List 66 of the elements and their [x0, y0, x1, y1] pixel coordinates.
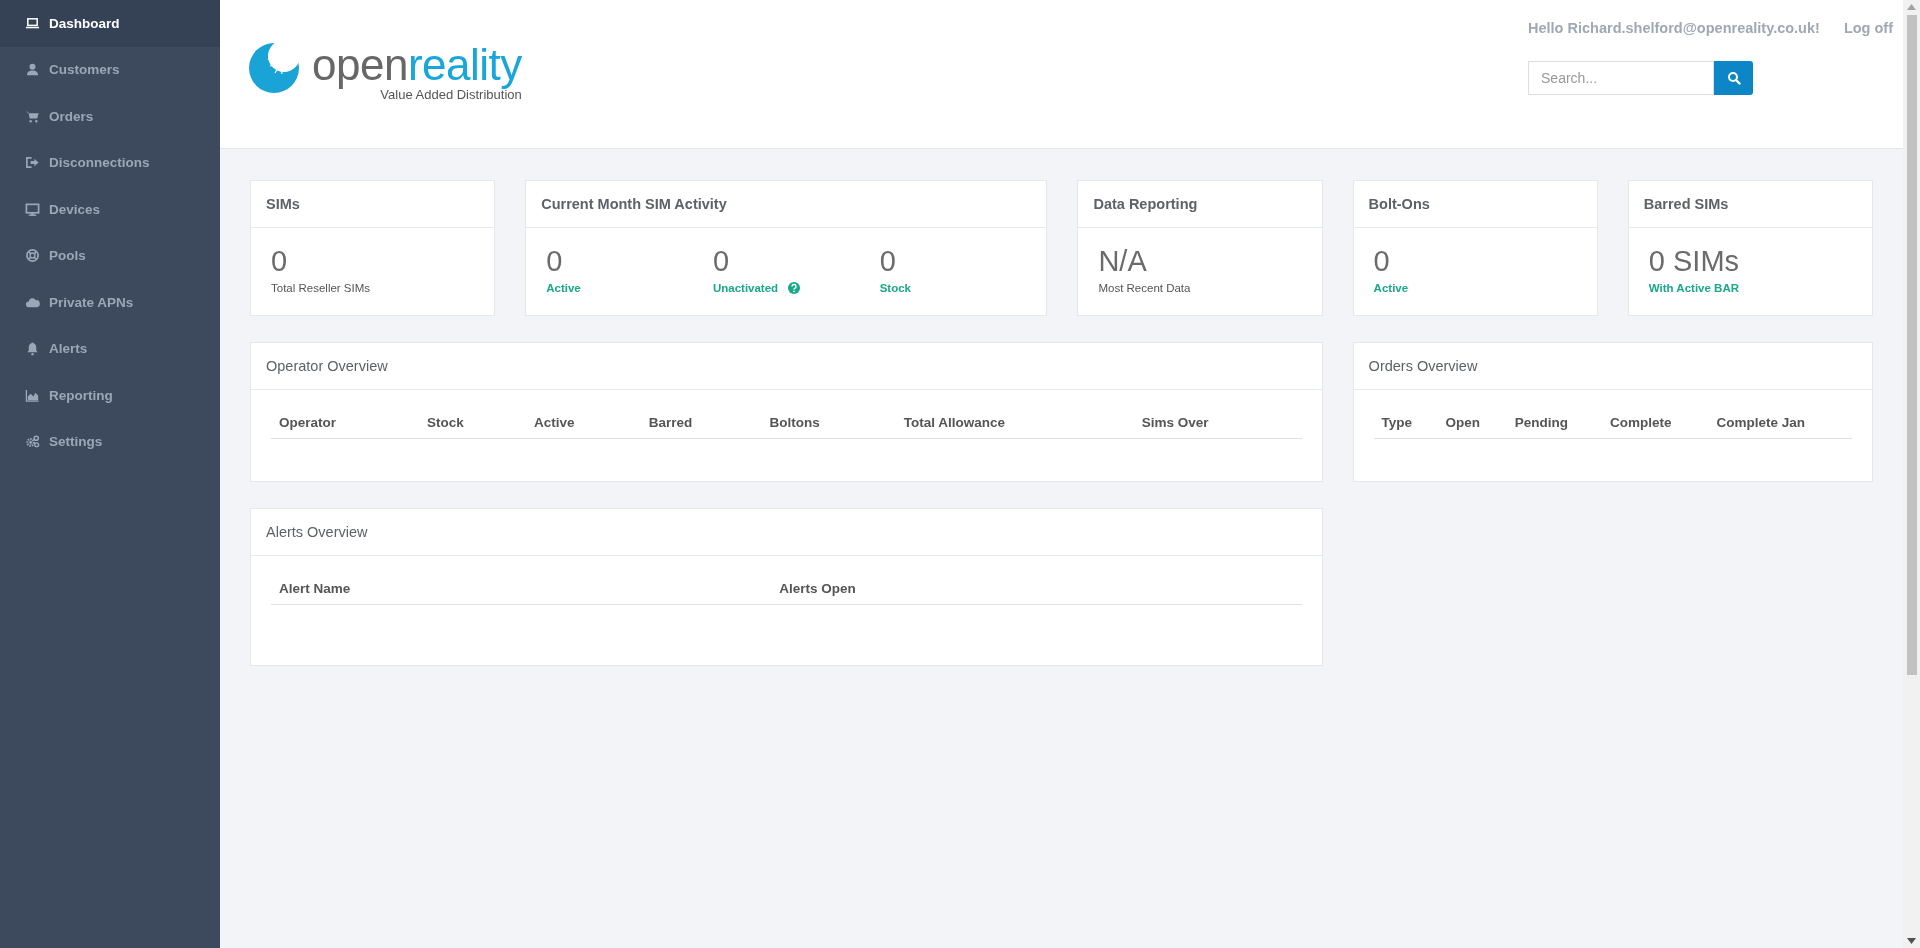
sidebar-item[interactable]: Reporting — [0, 372, 220, 419]
stat-label: Unactivated — [712, 282, 779, 294]
stat-value: 0 — [879, 246, 896, 276]
column-header: Stock — [419, 407, 527, 439]
stat-label: Active — [546, 282, 581, 294]
card-title: Operator Overview — [266, 358, 388, 374]
search-button[interactable] — [1714, 61, 1754, 95]
stat-label: Active — [1373, 282, 1409, 294]
sidebar-item[interactable]: Settings — [0, 418, 220, 465]
sidebar-item[interactable]: Dashboard — [0, 0, 220, 47]
logo-icon — [248, 42, 300, 94]
column-header: Active — [526, 407, 641, 439]
stat-label: Most Recent Data — [1098, 282, 1191, 294]
column-header: Boltons — [761, 407, 896, 439]
card-title: Alerts Overview — [266, 524, 368, 540]
logo-wordmark: openreality — [312, 40, 522, 90]
card-title: SIMs — [266, 196, 300, 212]
sidebar-item[interactable]: Orders — [0, 93, 220, 140]
stat-value: 0 — [271, 246, 288, 276]
log-off-link[interactable]: Log off — [1843, 20, 1893, 36]
user-icon — [25, 62, 40, 78]
column-header: Alert Name — [271, 573, 772, 605]
area-chart-icon — [25, 387, 40, 403]
column-header: Pending — [1506, 407, 1602, 439]
stat-value: 0 — [1373, 246, 1390, 276]
column-header: Complete — [1601, 407, 1709, 439]
sidebar-item[interactable]: Devices — [0, 186, 220, 233]
gears-icon — [25, 434, 40, 450]
card-title: Data Reporting — [1093, 196, 1198, 212]
laptop-icon — [25, 15, 40, 31]
scroll-down-icon[interactable] — [1907, 938, 1916, 944]
greeting-text: Hello Richard.shelford@openreality.co.uk! — [1528, 20, 1820, 36]
card-title: Current Month SIM Activity — [541, 196, 727, 212]
life-ring-icon — [25, 248, 40, 264]
stat-value: N/A — [1098, 246, 1147, 276]
sidebar-item[interactable]: Disconnections — [0, 139, 220, 186]
search-icon — [1726, 71, 1741, 85]
column-header: Sims Over — [1133, 407, 1302, 439]
scroll-up-icon[interactable] — [1907, 4, 1916, 10]
search-field[interactable]: Search... — [1528, 61, 1715, 95]
column-header: Total Allowance — [895, 407, 1134, 439]
card-title: Bolt-Ons — [1368, 196, 1430, 212]
column-header: Operator — [271, 407, 420, 439]
scrollbar-thumb[interactable] — [1906, 15, 1917, 675]
scrollbar[interactable] — [1903, 0, 1920, 948]
column-header: Barred — [640, 407, 762, 439]
column-header: Type — [1373, 407, 1438, 439]
stat-value: 0 — [712, 246, 730, 276]
help-icon[interactable] — [788, 282, 801, 294]
sidebar-item[interactable]: Customers — [0, 46, 220, 93]
stat-value: 0 — [546, 246, 563, 276]
bell-icon — [25, 341, 40, 357]
column-header: Open — [1437, 407, 1507, 439]
stat-label: Stock — [879, 282, 911, 294]
stat-label: With Active BAR — [1648, 282, 1739, 294]
sidebar-item[interactable]: Pools — [0, 232, 220, 279]
column-header: Complete Jan — [1708, 407, 1852, 439]
card-title: Barred SIMs — [1643, 196, 1729, 212]
sidebar-item[interactable]: Private APNs — [0, 279, 220, 326]
sign-out-icon — [25, 155, 40, 171]
stat-value: 0 SIMs — [1648, 246, 1740, 276]
sidebar-item[interactable]: Alerts — [0, 325, 220, 372]
stat-label: Total Reseller SIMs — [271, 282, 371, 294]
column-header: Alerts Open — [771, 573, 1302, 605]
card-title: Orders Overview — [1368, 358, 1478, 374]
monitor-icon — [25, 201, 40, 217]
